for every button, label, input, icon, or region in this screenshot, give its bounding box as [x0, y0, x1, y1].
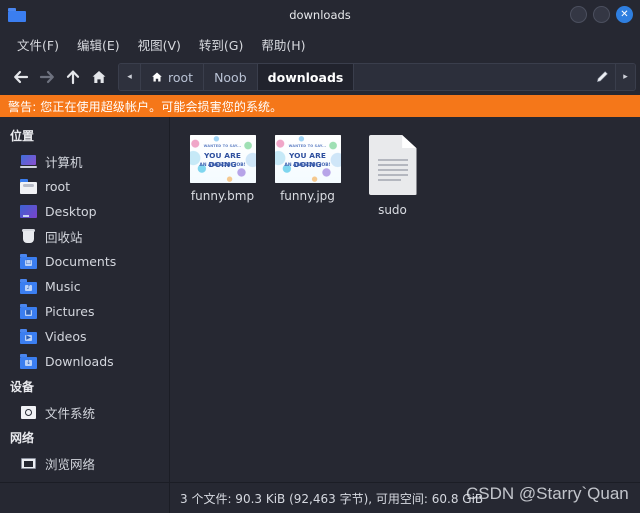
network-icon — [20, 456, 37, 471]
sidebar: 位置 计算机 root Desktop 回收站 ☐ Documents ♪ Mu… — [0, 117, 170, 482]
image-thumbnail: WANTED TO SAY... YOU ARE DOING AN AWESOM… — [189, 135, 256, 183]
minimize-button[interactable] — [570, 6, 587, 23]
breadcrumb-noob[interactable]: Noob — [204, 64, 258, 90]
breadcrumb-root[interactable]: root — [141, 64, 205, 90]
titlebar: downloads ✕ — [0, 0, 640, 29]
image-thumbnail: WANTED TO SAY... YOU ARE DOING AN AWESOM… — [274, 135, 341, 183]
home-icon[interactable] — [86, 64, 112, 90]
thumb-text-line1: WANTED TO SAY... — [203, 144, 242, 148]
thumb-text-line3: AN AWESOME JOB! — [284, 163, 331, 168]
window-title: downloads — [289, 7, 351, 22]
file-item[interactable]: WANTED TO SAY... YOU ARE DOING AN AWESOM… — [180, 133, 265, 217]
path-empty-area[interactable] — [354, 64, 589, 90]
menu-file[interactable]: 文件(F) — [8, 32, 68, 57]
pictures-folder-icon: ■ — [20, 304, 37, 319]
thumb-text-line3: AN AWESOME JOB! — [199, 163, 246, 168]
toolbar: ◂ root Noob downloads ▸ — [0, 59, 640, 95]
window-buttons: ✕ — [570, 6, 633, 23]
menu-view[interactable]: 视图(V) — [129, 32, 190, 57]
sidebar-item-label: 浏览网络 — [45, 457, 96, 472]
sidebar-item-computer[interactable]: 计算机 — [0, 149, 169, 174]
desktop-icon — [20, 204, 37, 219]
sidebar-item-label: Desktop — [45, 204, 97, 219]
documents-folder-icon: ☐ — [20, 254, 37, 269]
sidebar-item-label: root — [45, 179, 71, 194]
statusbar-text: 3 个文件: 90.3 KiB (92,463 字节), 可用空间: 60.8 … — [180, 491, 484, 506]
sidebar-item-label: Pictures — [45, 304, 95, 319]
sidebar-item-downloads[interactable]: ↓ Downloads — [0, 349, 169, 374]
statusbar: 3 个文件: 90.3 KiB (92,463 字节), 可用空间: 60.8 … — [0, 482, 640, 513]
file-manager-window: downloads ✕ 文件(F) 编辑(E) 视图(V) 转到(G) 帮助(H… — [0, 0, 640, 513]
sidebar-item-root[interactable]: root — [0, 174, 169, 199]
menu-help[interactable]: 帮助(H) — [252, 32, 314, 57]
maximize-button[interactable] — [593, 6, 610, 23]
document-icon — [368, 135, 417, 195]
path-bar: ◂ root Noob downloads ▸ — [118, 63, 636, 91]
downloads-folder-icon: ↓ — [20, 354, 37, 369]
menubar: 文件(F) 编辑(E) 视图(V) 转到(G) 帮助(H) — [0, 29, 640, 59]
file-item[interactable]: WANTED TO SAY... YOU ARE DOING AN AWESOM… — [265, 133, 350, 217]
breadcrumb-noob-label: Noob — [214, 69, 247, 85]
statusbar-sidebar-pad — [0, 483, 170, 513]
sidebar-item-filesystem[interactable]: 文件系统 — [0, 400, 169, 425]
path-scroll-left-icon[interactable]: ◂ — [119, 64, 141, 90]
sidebar-item-label: Music — [45, 279, 81, 294]
trash-icon — [20, 229, 37, 244]
menu-edit[interactable]: 编辑(E) — [68, 32, 129, 57]
path-scroll-right-icon[interactable]: ▸ — [615, 64, 635, 90]
sidebar-item-label: 文件系统 — [45, 406, 96, 421]
sidebar-item-browse-network[interactable]: 浏览网络 — [0, 451, 169, 476]
pencil-icon[interactable] — [589, 64, 615, 90]
sidebar-item-label: 回收站 — [45, 230, 83, 245]
file-list-area[interactable]: WANTED TO SAY... YOU ARE DOING AN AWESOM… — [170, 117, 640, 482]
close-button[interactable]: ✕ — [616, 6, 633, 23]
videos-folder-icon: ▶ — [20, 329, 37, 344]
sidebar-item-videos[interactable]: ▶ Videos — [0, 324, 169, 349]
sidebar-item-label: Documents — [45, 254, 117, 269]
sidebar-item-pictures[interactable]: ■ Pictures — [0, 299, 169, 324]
menu-go[interactable]: 转到(G) — [190, 32, 252, 57]
up-icon[interactable] — [60, 64, 86, 90]
root-warning-bar: 警告: 您正在使用超级帐户。可能会损害您的系统。 — [0, 95, 640, 117]
breadcrumb-downloads[interactable]: downloads — [257, 64, 355, 90]
sidebar-item-trash[interactable]: 回收站 — [0, 224, 169, 249]
back-icon[interactable] — [8, 64, 34, 90]
sidebar-item-music[interactable]: ♪ Music — [0, 274, 169, 299]
sidebar-section-places: 位置 — [10, 129, 35, 143]
sidebar-section-devices: 设备 — [10, 380, 35, 394]
thumb-text-line1: WANTED TO SAY... — [288, 144, 327, 148]
home-folder-icon — [20, 179, 37, 194]
breadcrumb-root-label: root — [168, 69, 194, 85]
file-name-label: sudo — [378, 203, 407, 217]
music-folder-icon: ♪ — [20, 279, 37, 294]
computer-icon — [20, 154, 37, 169]
sidebar-item-label: Videos — [45, 329, 87, 344]
breadcrumb-downloads-label: downloads — [267, 69, 344, 85]
file-name-label: funny.jpg — [280, 189, 335, 203]
file-name-label: funny.bmp — [190, 189, 255, 203]
sidebar-item-label: 计算机 — [45, 155, 83, 170]
home-icon — [152, 72, 162, 82]
forward-icon[interactable] — [34, 64, 60, 90]
file-item[interactable]: sudo — [350, 133, 435, 217]
sidebar-item-desktop[interactable]: Desktop — [0, 199, 169, 224]
sidebar-item-label: Downloads — [45, 354, 114, 369]
sidebar-section-network: 网络 — [10, 431, 35, 445]
sidebar-item-documents[interactable]: ☐ Documents — [0, 249, 169, 274]
body-area: 位置 计算机 root Desktop 回收站 ☐ Documents ♪ Mu… — [0, 117, 640, 482]
folder-icon — [8, 7, 26, 22]
disk-icon — [20, 405, 37, 420]
